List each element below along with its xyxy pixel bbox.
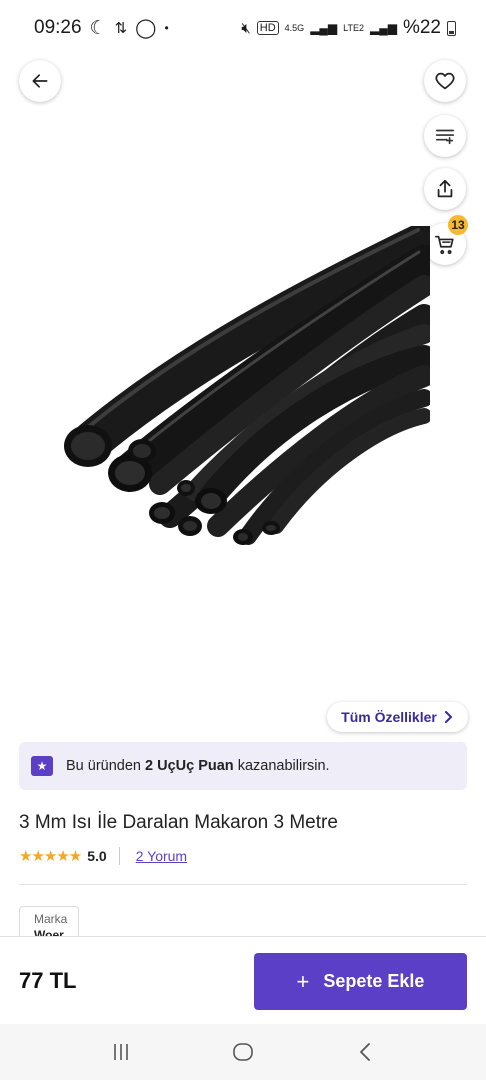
star-badge-icon: ★ xyxy=(31,756,53,776)
share-icon xyxy=(437,179,453,198)
rating-stars-icon: ★★★★★ xyxy=(19,848,82,865)
share-button[interactable] xyxy=(424,168,466,210)
rating-row: ★★★★★ 5.0 2 Yorum xyxy=(19,846,187,866)
section-divider xyxy=(19,884,467,885)
reviews-link[interactable]: 2 Yorum xyxy=(136,848,187,864)
add-to-list-icon xyxy=(435,129,455,145)
rating-value: 5.0 xyxy=(87,848,107,864)
price: 77 TL xyxy=(19,968,77,993)
cart-icon xyxy=(435,235,454,255)
all-features-label: Tüm Özellikler xyxy=(341,709,437,725)
whatsapp-icon: ◯ xyxy=(135,17,157,39)
hd-icon: HD xyxy=(256,21,279,35)
recent-apps-button[interactable] xyxy=(101,1032,141,1072)
points-suffix: kazanabilirsin. xyxy=(237,758,330,774)
points-banner: ★ Bu üründen 2 UçUç Puan kazanabilirsin. xyxy=(19,742,467,790)
bottom-action-bar: 77 TL + Sepete Ekle xyxy=(0,936,486,1024)
status-bar: 09:26 ☾ ⇅ ◯ • 🔇︎ HD 4.5G ▂▄▆ LTE2 ▂▄▆ %2… xyxy=(0,0,486,56)
product-title: 3 Mm Isı İle Daralan Makaron 3 Metre xyxy=(19,812,338,833)
status-time: 09:26 xyxy=(34,17,82,38)
recent-apps-icon xyxy=(114,1044,128,1060)
add-to-cart-button[interactable]: + Sepete Ekle xyxy=(254,953,467,1010)
back-button[interactable] xyxy=(19,60,61,102)
data-saver-icon: ⇅ xyxy=(114,20,128,37)
arrow-left-icon xyxy=(32,74,48,88)
chevron-left-icon xyxy=(360,1043,370,1061)
all-features-button[interactable]: Tüm Özellikler xyxy=(327,702,468,732)
points-text: Bu üründen 2 UçUç Puan kazanabilirsin. xyxy=(66,758,330,774)
brand-label: Marka xyxy=(34,912,68,926)
add-to-list-button[interactable] xyxy=(424,115,466,157)
lte-label: LTE2 xyxy=(343,23,364,33)
home-icon xyxy=(233,1043,253,1061)
add-to-cart-label: Sepete Ekle xyxy=(323,971,425,991)
signal-icon: ▂▄▆ xyxy=(310,21,338,35)
moon-icon: ☾ xyxy=(89,17,107,39)
heart-icon xyxy=(435,72,455,90)
dot-icon: • xyxy=(164,21,169,35)
system-back-button[interactable] xyxy=(345,1032,385,1072)
cart-count-badge: 13 xyxy=(448,215,468,235)
points-highlight: 2 UçUç Puan xyxy=(145,758,234,774)
signal-icon-2: ▂▄▆ xyxy=(370,21,397,35)
chevron-right-icon xyxy=(444,711,452,723)
plus-icon: + xyxy=(296,968,310,994)
battery-icon xyxy=(447,20,456,36)
favorite-button[interactable] xyxy=(424,60,466,102)
product-image[interactable] xyxy=(40,226,430,556)
system-nav-bar xyxy=(0,1024,486,1080)
home-button[interactable] xyxy=(223,1032,263,1072)
battery-percent: %22 xyxy=(402,17,441,38)
rating-divider xyxy=(118,847,120,865)
brand-card[interactable]: Marka Woer xyxy=(19,906,79,940)
mute-icon: 🔇︎ xyxy=(241,19,251,37)
points-prefix: Bu üründen xyxy=(66,758,141,774)
cart-button[interactable]: 13 xyxy=(424,215,468,265)
network-type: 4.5G xyxy=(284,23,305,33)
